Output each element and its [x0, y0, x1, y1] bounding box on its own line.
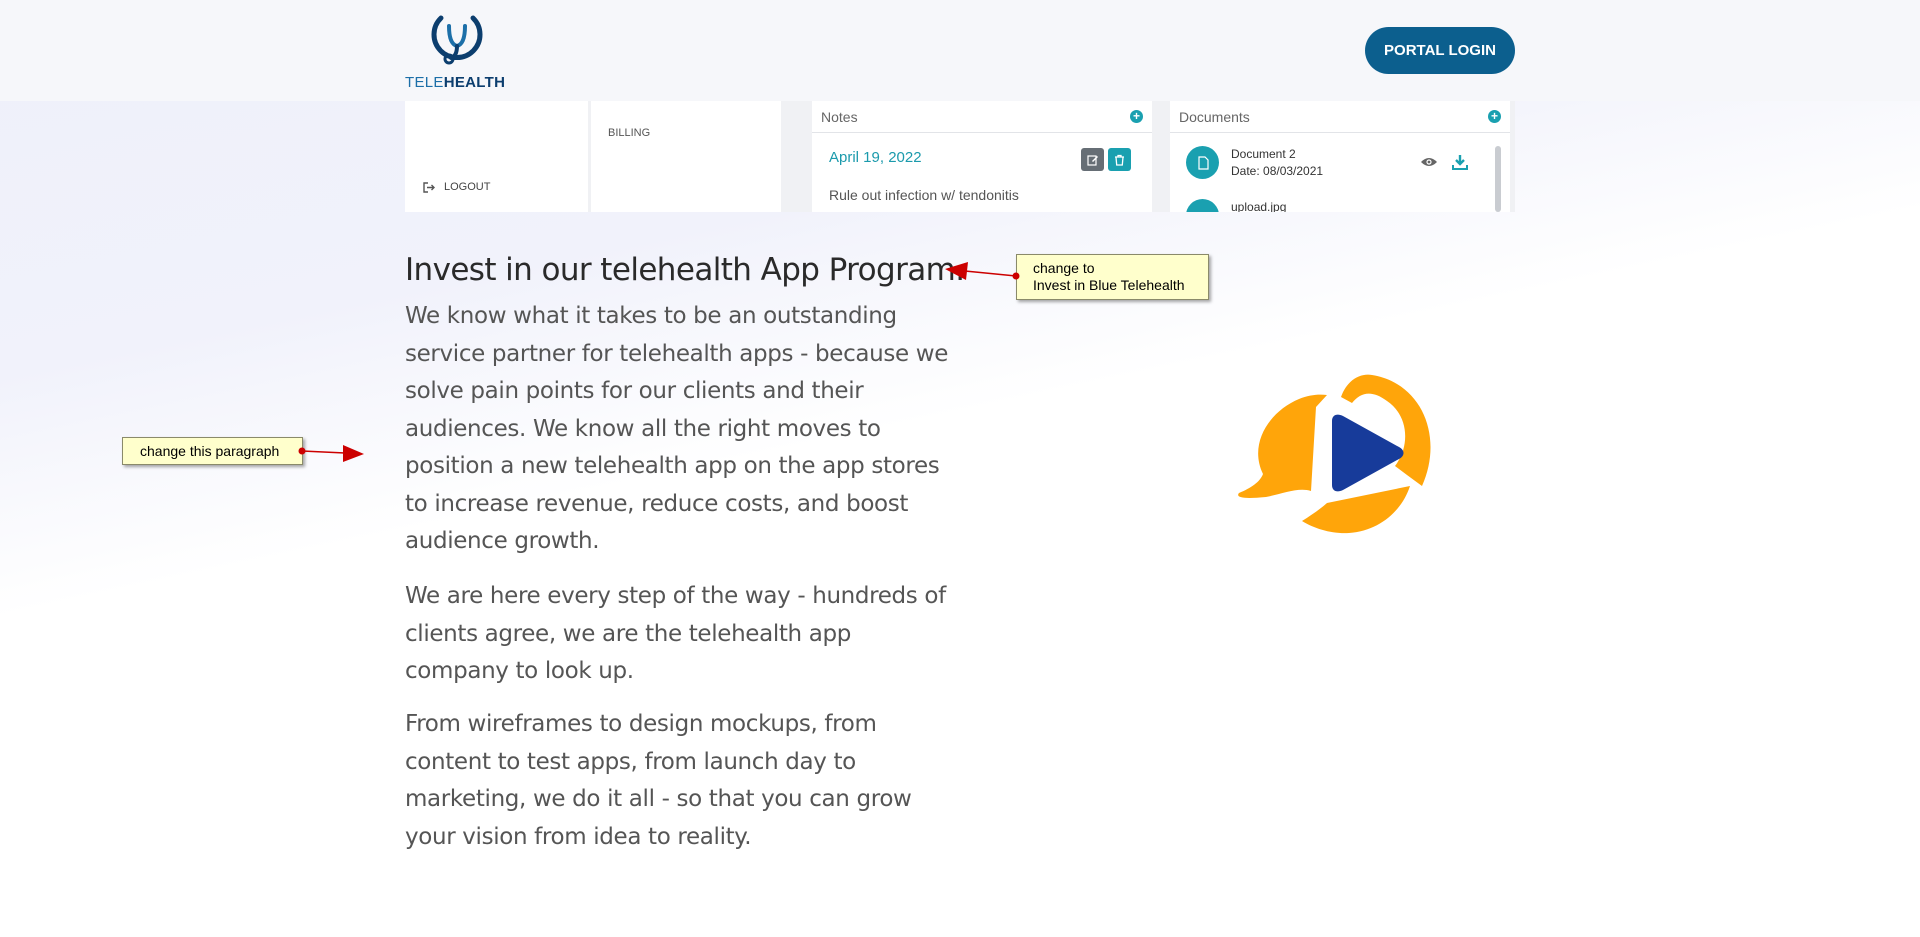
documents-card-title: Documents	[1179, 108, 1250, 125]
add-document-icon: +	[1488, 110, 1501, 123]
note-actions	[1081, 148, 1131, 171]
download-icon	[1452, 155, 1468, 170]
preview-notes-card: Notes + April 19, 2022 Rule out infectio…	[812, 101, 1152, 212]
annotation-paragraph-note: change this paragraph	[122, 437, 303, 465]
support-paragraph: We are here every step of the way - hund…	[405, 583, 946, 684]
preview-menu: BILLING	[591, 101, 781, 212]
documents-scrollbar	[1495, 146, 1501, 212]
preview-billing-item: BILLING	[608, 127, 651, 139]
document-actions	[1420, 154, 1468, 170]
documents-card-header: Documents +	[1170, 101, 1510, 133]
annotation-title-line2: Invest in Blue Telehealth	[1033, 277, 1185, 293]
edit-icon	[1081, 148, 1104, 171]
logo-text-health: HEALTH	[443, 74, 506, 91]
preview-documents-card: Documents + Document 2 Date: 08/03/2021 …	[1170, 101, 1510, 212]
app-preview-screenshot: LOGOUT BILLING Notes + April 19, 2022 Ru…	[405, 101, 1515, 212]
process-paragraph: From wireframes to design mockups, from …	[405, 711, 912, 850]
document-date: Date: 08/03/2021	[1231, 164, 1324, 178]
logout-icon	[423, 181, 435, 193]
page-title: Invest in our telehealth App Program.	[405, 252, 965, 288]
site-header: TELEHEALTH PORTAL LOGIN	[0, 0, 1920, 101]
preview-logout-item: LOGOUT	[423, 181, 490, 193]
trash-icon	[1108, 148, 1131, 171]
annotation-paragraph-text: change this paragraph	[140, 443, 280, 459]
eye-icon	[1421, 158, 1437, 166]
annotation-title-note: change to Invest in Blue Telehealth	[1016, 254, 1209, 300]
notes-card-header: Notes +	[812, 101, 1152, 133]
document-name: Document 2	[1231, 147, 1296, 161]
document-row: upload.jpg	[1186, 199, 1286, 212]
play-chat-logo-icon	[1238, 374, 1431, 534]
portal-login-button[interactable]: PORTAL LOGIN	[1365, 27, 1515, 74]
document-row: Document 2 Date: 08/03/2021	[1186, 146, 1323, 180]
add-note-icon: +	[1130, 110, 1143, 123]
telehealth-logo[interactable]: TELEHEALTH	[405, 10, 515, 91]
intro-paragraph: We know what it takes to be an outstandi…	[405, 303, 948, 554]
file-icon	[1186, 146, 1219, 179]
logo-text-tele: TELE	[405, 74, 444, 91]
note-text: Rule out infection w/ tendonitis	[829, 187, 1019, 203]
stethoscope-icon	[431, 15, 483, 65]
notes-card-title: Notes	[821, 108, 858, 125]
preview-logout-label: LOGOUT	[444, 181, 491, 193]
note-date: April 19, 2022	[829, 149, 922, 166]
file-icon	[1186, 199, 1219, 212]
annotation-title-line1: change to	[1033, 260, 1095, 276]
logo-wordmark: TELEHEALTH	[405, 74, 505, 91]
document-name: upload.jpg	[1231, 200, 1287, 212]
preview-sidebar: LOGOUT	[405, 101, 588, 212]
